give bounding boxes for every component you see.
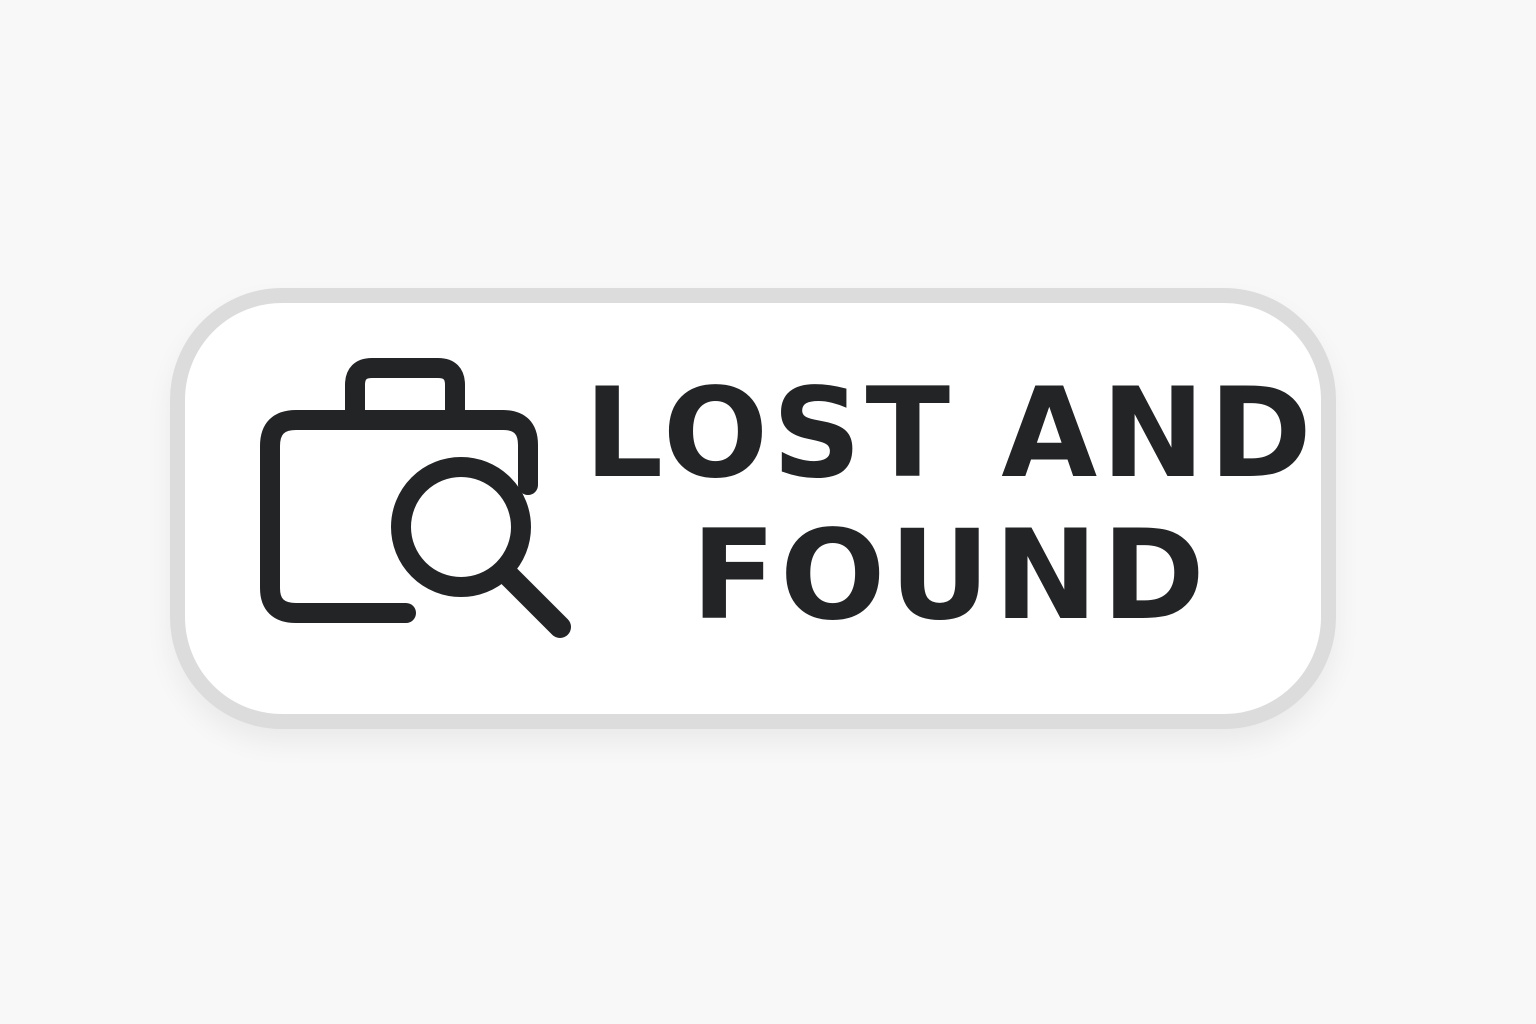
sign-line-1: LOST AND bbox=[584, 362, 1316, 506]
sign-label: LOST AND FOUND bbox=[584, 360, 1312, 650]
sign-line-2: FOUND bbox=[691, 504, 1209, 648]
page: LOST AND FOUND bbox=[0, 0, 1536, 1024]
suitcase-with-magnifier-icon bbox=[260, 358, 571, 638]
